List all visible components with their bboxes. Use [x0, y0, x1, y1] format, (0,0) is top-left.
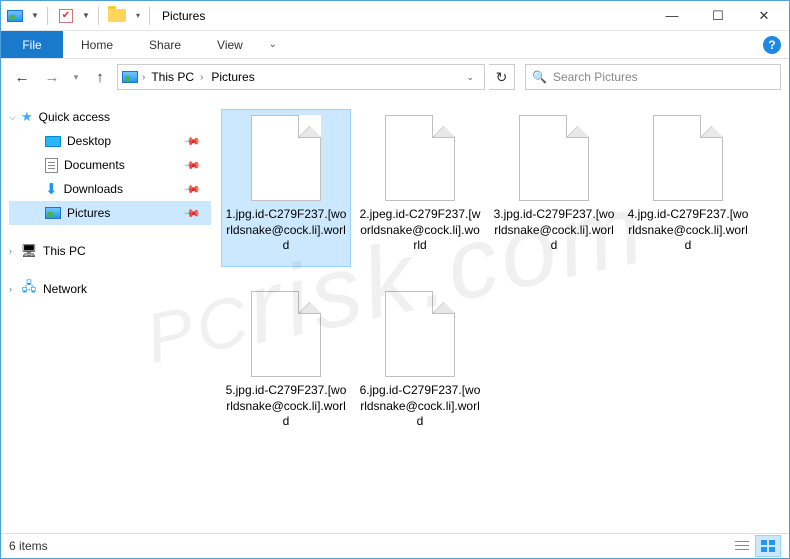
sidebar-item-documents[interactable]: Documents 📌 — [9, 153, 211, 177]
sidebar-label: Network — [43, 282, 87, 296]
explorer-icon[interactable] — [3, 5, 27, 27]
forward-button[interactable]: → — [39, 64, 65, 90]
icons-view-button[interactable] — [755, 535, 781, 557]
details-view-button[interactable] — [729, 535, 755, 557]
close-button[interactable]: ✕ — [741, 1, 787, 31]
file-tab[interactable]: File — [1, 31, 63, 58]
up-button[interactable]: ↑ — [87, 64, 113, 90]
qat-dropdown-icon[interactable]: ▼ — [80, 5, 92, 27]
sidebar-network[interactable]: › Network — [9, 277, 211, 301]
breadcrumb-label: Pictures — [211, 70, 254, 84]
file-name: 4.jpg.id-C279F237.[worldsnake@cock.li].w… — [627, 207, 749, 254]
chevron-right-icon: › — [200, 72, 203, 83]
file-name: 5.jpg.id-C279F237.[worldsnake@cock.li].w… — [225, 383, 347, 430]
separator — [98, 7, 99, 25]
item-count: 6 items — [9, 539, 48, 553]
window-controls: — ☐ ✕ — [649, 1, 787, 31]
ribbon-expand-button[interactable]: ⌄ — [261, 31, 285, 58]
tab-share[interactable]: Share — [131, 31, 199, 58]
document-icon — [45, 158, 58, 173]
file-icon — [251, 291, 321, 377]
network-icon — [21, 281, 37, 297]
file-item[interactable]: 6.jpg.id-C279F237.[worldsnake@cock.li].w… — [355, 285, 485, 443]
file-icon — [385, 291, 455, 377]
pin-icon: 📌 — [183, 180, 202, 199]
chevron-down-icon[interactable]: ▾ — [131, 5, 145, 27]
tab-view[interactable]: View — [199, 31, 261, 58]
view-switcher — [729, 535, 781, 557]
search-input[interactable]: 🔍 Search Pictures — [525, 64, 781, 90]
file-item[interactable]: 1.jpg.id-C279F237.[worldsnake@cock.li].w… — [221, 109, 351, 267]
address-dropdown[interactable]: ⌄ — [460, 72, 480, 83]
star-icon: ★ — [21, 109, 33, 125]
maximize-button[interactable]: ☐ — [695, 1, 741, 31]
location-icon — [122, 71, 138, 83]
search-icon: 🔍 — [532, 70, 547, 84]
status-bar: 6 items — [1, 533, 789, 558]
file-name: 3.jpg.id-C279F237.[worldsnake@cock.li].w… — [493, 207, 615, 254]
download-icon: ⬇ — [45, 180, 58, 198]
window-title: Pictures — [162, 9, 205, 23]
file-item[interactable]: 3.jpg.id-C279F237.[worldsnake@cock.li].w… — [489, 109, 619, 267]
sidebar-item-desktop[interactable]: Desktop 📌 — [9, 129, 211, 153]
recent-dropdown[interactable]: ▾ — [69, 64, 83, 90]
separator — [149, 7, 150, 25]
pictures-icon — [45, 207, 61, 219]
file-icon — [251, 115, 321, 201]
sidebar-item-pictures[interactable]: Pictures 📌 — [9, 201, 211, 225]
breadcrumb[interactable]: Pictures — [209, 70, 256, 84]
chevron-down-icon[interactable]: ⌵ — [9, 112, 16, 123]
body: ⌵ ★ Quick access Desktop 📌 Documents 📌 ⬇… — [1, 95, 789, 533]
chevron-right-icon[interactable]: › — [9, 246, 12, 256]
ribbon: File Home Share View ⌄ ? — [1, 31, 789, 59]
breadcrumb[interactable]: This PC › — [149, 70, 205, 84]
details-icon — [735, 540, 749, 552]
sidebar-this-pc[interactable]: › This PC — [9, 239, 211, 263]
sidebar-label: This PC — [43, 244, 86, 258]
sidebar-quick-access[interactable]: ⌵ ★ Quick access — [9, 105, 211, 129]
minimize-button[interactable]: — — [649, 1, 695, 31]
chevron-right-icon: › — [142, 72, 145, 83]
file-list[interactable]: 1.jpg.id-C279F237.[worldsnake@cock.li].w… — [211, 95, 789, 533]
sidebar-label: Quick access — [39, 110, 110, 124]
back-button[interactable]: ← — [9, 64, 35, 90]
file-icon — [385, 115, 455, 201]
tab-home[interactable]: Home — [63, 31, 131, 58]
navigation-pane: ⌵ ★ Quick access Desktop 📌 Documents 📌 ⬇… — [1, 95, 211, 533]
properties-button[interactable]: ✔ — [54, 5, 78, 27]
help-icon: ? — [763, 36, 781, 54]
pin-icon: 📌 — [183, 156, 202, 175]
refresh-button[interactable]: ↻ — [489, 64, 515, 90]
file-name: 6.jpg.id-C279F237.[worldsnake@cock.li].w… — [359, 383, 481, 430]
file-item[interactable]: 2.jpeg.id-C279F237.[worldsnake@cock.li].… — [355, 109, 485, 267]
breadcrumb-label: This PC — [151, 70, 194, 84]
sidebar-label: Documents — [64, 158, 125, 172]
help-button[interactable]: ? — [755, 31, 789, 58]
address-bar[interactable]: › This PC › Pictures ⌄ — [117, 64, 485, 90]
sidebar-label: Downloads — [64, 182, 123, 196]
folder-icon[interactable] — [105, 5, 129, 27]
file-item[interactable]: 4.jpg.id-C279F237.[worldsnake@cock.li].w… — [623, 109, 753, 267]
file-name: 2.jpeg.id-C279F237.[worldsnake@cock.li].… — [359, 207, 481, 254]
file-icon — [653, 115, 723, 201]
sidebar-item-downloads[interactable]: ⬇ Downloads 📌 — [9, 177, 211, 201]
pin-icon: 📌 — [183, 132, 202, 151]
sidebar-label: Pictures — [67, 206, 110, 220]
sidebar-label: Desktop — [67, 134, 111, 148]
file-icon — [519, 115, 589, 201]
file-name: 1.jpg.id-C279F237.[worldsnake@cock.li].w… — [225, 207, 347, 254]
pc-icon — [21, 243, 37, 259]
search-placeholder: Search Pictures — [553, 70, 638, 84]
qat-dropdown-icon[interactable]: ▼ — [29, 5, 41, 27]
separator — [47, 7, 48, 25]
chevron-right-icon[interactable]: › — [9, 284, 12, 294]
icons-icon — [761, 540, 775, 552]
desktop-icon — [45, 136, 61, 147]
file-item[interactable]: 5.jpg.id-C279F237.[worldsnake@cock.li].w… — [221, 285, 351, 443]
pin-icon: 📌 — [183, 204, 202, 223]
navigation-bar: ← → ▾ ↑ › This PC › Pictures ⌄ ↻ 🔍 Search… — [1, 59, 789, 95]
quick-access-toolbar: ▼ ✔ ▼ ▾ — [3, 5, 145, 27]
titlebar: ▼ ✔ ▼ ▾ Pictures — ☐ ✕ — [1, 1, 789, 31]
